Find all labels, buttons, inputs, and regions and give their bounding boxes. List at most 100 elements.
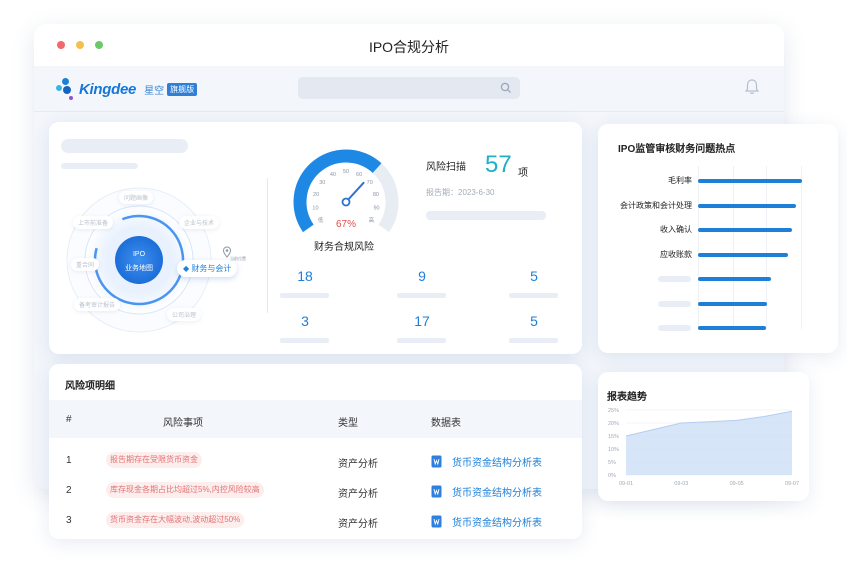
row-index: 2 <box>66 485 72 496</box>
search-icon[interactable] <box>500 82 512 94</box>
report-trend-card: 报表趋势 0% 5% 10% 15% 20% 25% 09-01 09-03 09-05 09-0… <box>598 372 809 501</box>
hotspot-bar <box>698 228 792 232</box>
column-header-item[interactable]: 风险事项 <box>163 414 203 429</box>
hotspot-label: 收入确认 <box>660 225 692 234</box>
edition-badge: 旗舰版 <box>167 82 198 96</box>
trend-area <box>626 411 792 475</box>
risk-item-tag: 报告期存在受限货币资金 <box>106 452 202 468</box>
diagram-node-6[interactable]: 公司治理 <box>167 308 202 321</box>
hotspot-bar <box>698 203 796 208</box>
bell-icon[interactable] <box>744 78 760 96</box>
hotspots-card: IPO监管审核财务问题热点 毛利率 会计政策和会计处理 收入确认 应收账款 <box>598 124 838 353</box>
y-tick-label: 5% <box>608 460 616 466</box>
skeleton-subtitle <box>61 163 138 169</box>
stat-value: 9 <box>418 268 426 284</box>
risk-detail-card: 风险项明细 # 风险事项 类型 数据表 1 报告期存在受限货币资金 资产分析 货… <box>49 364 582 539</box>
column-header-type[interactable]: 类型 <box>338 414 358 429</box>
top-navbar: Kingdee 星空 旗舰版 <box>34 66 784 112</box>
gauge-tick-label: 70 <box>367 180 373 186</box>
diagram-node-finance[interactable]: ◆ 财务与会计 <box>177 260 238 277</box>
stat-skeleton <box>280 293 329 298</box>
hotspots-title: IPO监管审核财务问题热点 <box>618 144 736 155</box>
x-tick-label: 09-07 <box>785 481 799 487</box>
y-tick-label: 25% <box>608 408 619 414</box>
stat-value: 5 <box>530 313 538 329</box>
gauge-tick-label: 低 <box>318 216 324 224</box>
report-period: 报告期：2023-6-30 <box>426 188 495 197</box>
diagram-node-3[interactable]: 企业与技术 <box>179 216 220 229</box>
hotspot-label-skeleton <box>658 325 691 331</box>
diagram-node-4[interactable]: 重合同 <box>71 258 100 271</box>
diagram-center-line2: 业务地图 <box>125 265 153 272</box>
hotspot-label-skeleton <box>658 276 691 282</box>
stat-skeleton <box>397 338 446 343</box>
y-tick-label: 10% <box>608 447 619 453</box>
stat-value: 5 <box>530 268 538 284</box>
kingdee-logo-icon <box>56 78 76 100</box>
gauge-tick-label: 60 <box>356 172 362 178</box>
brand-logo[interactable]: Kingdee 星空 旗舰版 <box>56 78 198 100</box>
skeleton-title <box>61 139 188 153</box>
sheet-link[interactable]: 货币资金结构分析表 <box>452 484 542 499</box>
x-tick-label: 09-05 <box>730 481 744 487</box>
gauge-fill <box>293 149 382 233</box>
hotspot-bar <box>698 179 802 183</box>
diagram-node-2[interactable]: 上市前准备 <box>73 216 114 229</box>
risk-scan-count: 57 <box>485 151 512 178</box>
gauge-tick-label: 20 <box>313 192 319 198</box>
table-row[interactable]: 2 库存现金各期占比均超过5%,内控风险较高 资产分析 货币资金结构分析表 <box>49 476 582 506</box>
risk-item-tag: 货币资金存在大幅波动,波动超过50% <box>106 512 245 528</box>
row-type: 资产分析 <box>338 489 378 500</box>
stat-value: 17 <box>414 313 430 329</box>
stat-value: 3 <box>301 313 309 329</box>
stat-skeleton <box>280 338 329 343</box>
spreadsheet-icon <box>431 515 442 528</box>
row-type: 资产分析 <box>338 459 378 470</box>
product-name: 星空 <box>144 85 165 97</box>
spreadsheet-icon <box>431 485 442 498</box>
vertical-divider <box>267 178 268 313</box>
row-index: 3 <box>66 515 72 526</box>
risk-scan-label: 风险扫描 <box>426 162 466 173</box>
sheet-link[interactable]: 货币资金结构分析表 <box>452 514 542 529</box>
hotspot-bar <box>698 326 766 330</box>
gauge-tick-label: 高 <box>369 216 375 224</box>
row-type: 资产分析 <box>338 519 378 530</box>
gauge-tick-label: 80 <box>373 192 379 198</box>
sheet-link[interactable]: 货币资金结构分析表 <box>452 454 542 469</box>
stat-value: 18 <box>297 268 313 284</box>
gauge-tick-label: 40 <box>330 172 336 178</box>
column-header-index[interactable]: # <box>66 414 72 425</box>
risk-item-tag: 库存现金各期占比均超过5%,内控风险较高 <box>106 482 264 498</box>
x-tick-label: 09-03 <box>674 481 688 487</box>
overview-card: IPO 业务地图 问题画像 上市前准备 企业与技术 重合同 备考审计报告 公司治… <box>49 122 582 354</box>
hotspot-bar <box>698 252 789 257</box>
hotspot-bar <box>698 301 767 306</box>
stat-skeleton <box>397 293 446 298</box>
hotspot-bar <box>698 277 771 281</box>
hotspot-label-skeleton <box>658 300 691 307</box>
risk-table-title: 风险项明细 <box>65 381 115 392</box>
stat-skeleton <box>509 293 558 298</box>
gauge-tick-label: 10 <box>312 205 318 211</box>
hotspot-label: 应收账款 <box>660 249 692 259</box>
diagram-node-5[interactable]: 备考审计报告 <box>74 298 121 311</box>
y-tick-label: 0% <box>608 473 616 479</box>
gauge-tick-label: 50 <box>343 169 349 175</box>
gauge-percent: 67% <box>335 219 356 230</box>
gauge-tick-label: 90 <box>373 205 379 211</box>
table-row[interactable]: 1 报告期存在受限货币资金 资产分析 货币资金结构分析表 <box>49 446 582 476</box>
risk-scan-unit: 项 <box>518 168 528 179</box>
search-input[interactable] <box>298 77 520 99</box>
trend-title: 报表趋势 <box>607 392 647 403</box>
table-row[interactable]: 3 货币资金存在大幅波动,波动超过50% 资产分析 货币资金结构分析表 <box>49 506 582 536</box>
column-header-sheet[interactable]: 数据表 <box>431 414 461 429</box>
spreadsheet-icon <box>431 455 442 468</box>
risk-table-header: # 风险事项 类型 数据表 <box>49 400 582 438</box>
diagram-center-line1: IPO <box>132 251 146 258</box>
x-tick-label: 09-01 <box>619 481 633 487</box>
brand-name: Kingdee <box>79 80 137 98</box>
diagram-node-1[interactable]: 问题画像 <box>119 191 154 204</box>
hotspot-label: 毛利率 <box>668 176 692 185</box>
ipo-core-node <box>115 236 163 284</box>
